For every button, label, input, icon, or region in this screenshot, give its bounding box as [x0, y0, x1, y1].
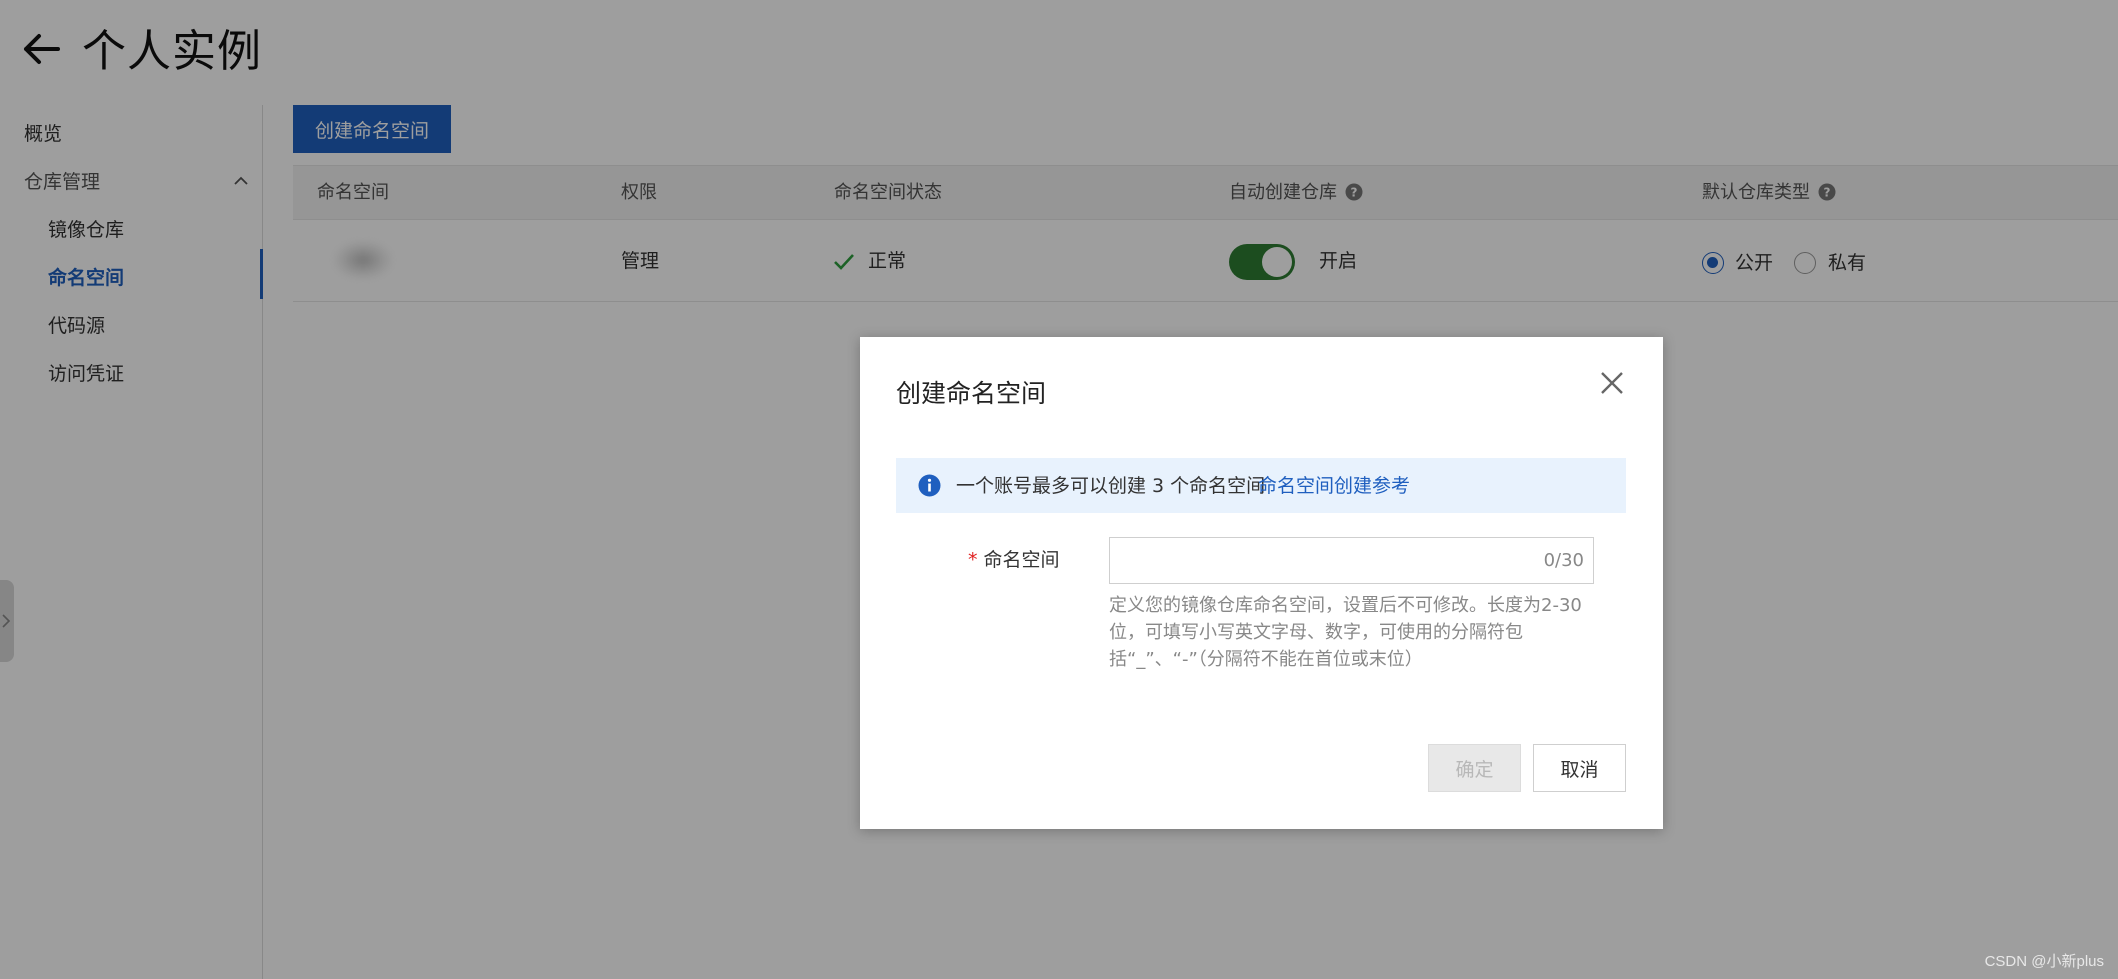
- namespace-field-label: * 命名空间: [968, 547, 1060, 573]
- watermark: CSDN @小新plus: [1984, 953, 2104, 970]
- info-text: 一个账号最多可以创建 3 个命名空间: [956, 475, 1266, 497]
- namespace-field-help: 定义您的镜像仓库命名空间，设置后不可修改。长度为2-30位，可填写小写英文字母、…: [1109, 595, 1582, 670]
- create-namespace-dialog: 创建命名空间 一个账号最多可以创建 3 个命名空间 命名空间创建参考 * 命名空间…: [860, 337, 1663, 829]
- character-counter: 0/30: [1543, 550, 1584, 571]
- cancel-button[interactable]: 取消: [1533, 744, 1626, 792]
- close-icon[interactable]: [1597, 368, 1627, 398]
- namespace-input[interactable]: [1109, 537, 1594, 584]
- dialog-title: 创建命名空间: [896, 379, 1047, 408]
- confirm-button[interactable]: 确定: [1428, 744, 1521, 792]
- info-icon: [918, 474, 941, 497]
- namespace-reference-link[interactable]: 命名空间创建参考: [1258, 473, 1410, 499]
- info-banner: 一个账号最多可以创建 3 个命名空间 命名空间创建参考: [896, 458, 1626, 513]
- required-mark: *: [968, 549, 978, 571]
- namespace-field-label-text: 命名空间: [983, 549, 1060, 571]
